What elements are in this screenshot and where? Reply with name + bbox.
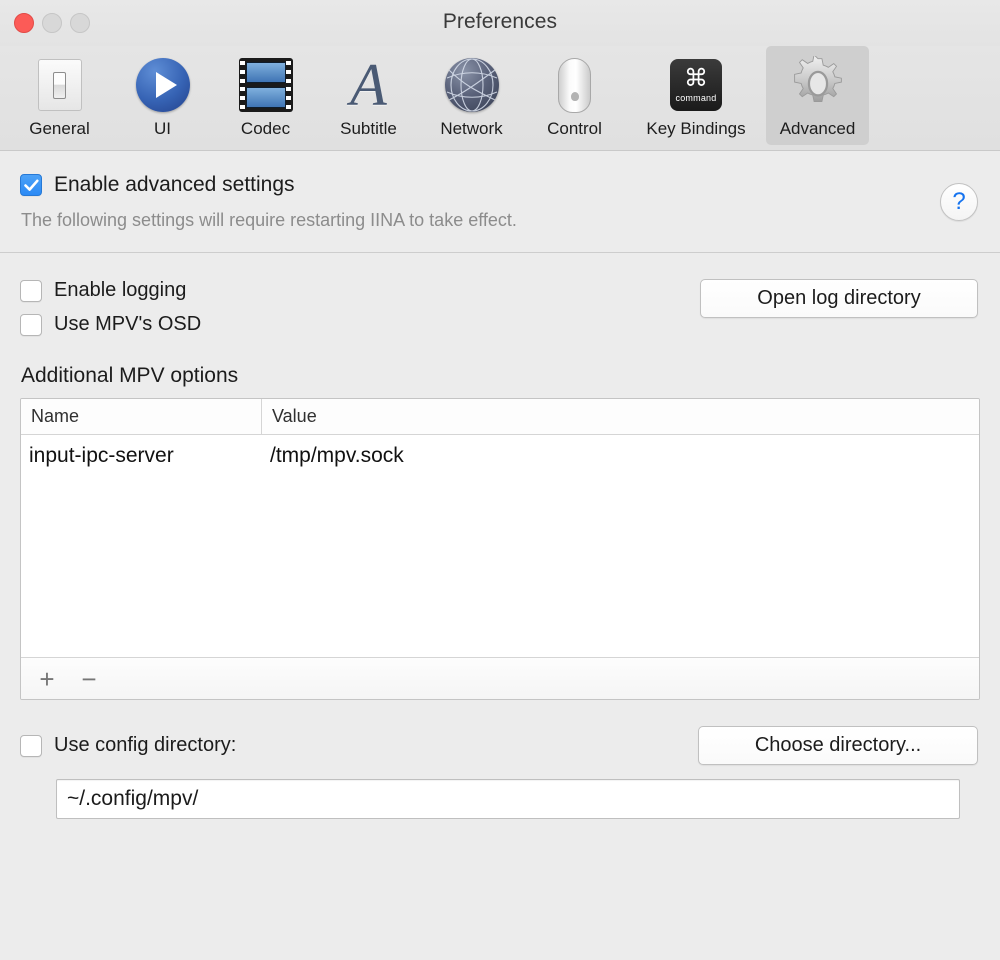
tab-advanced-label: Advanced	[779, 119, 856, 138]
tab-network[interactable]: Network	[420, 46, 523, 145]
advanced-options-panel: Enable logging Use MPV's OSD Open log di…	[0, 253, 1000, 819]
tab-general-label: General	[29, 119, 90, 138]
remove-option-button[interactable]: −	[75, 665, 103, 693]
globe-icon	[441, 54, 503, 116]
config-directory-row: Use config directory: Choose directory..…	[20, 726, 980, 765]
cell-option-name: input-ipc-server	[29, 444, 174, 467]
content-area: Enable advanced settings The following s…	[0, 151, 1000, 960]
title-bar: Preferences	[0, 0, 1000, 46]
mpv-options-title: Additional MPV options	[21, 364, 239, 387]
tab-codec-label: Codec	[240, 119, 291, 138]
cell-option-value: /tmp/mpv.sock	[270, 444, 404, 467]
option-checkboxes: Enable logging Use MPV's OSD	[20, 279, 201, 336]
tab-subtitle-label: Subtitle	[340, 119, 397, 138]
advanced-hint-text: The following settings will require rest…	[21, 210, 517, 230]
enable-logging-row[interactable]: Enable logging	[20, 279, 201, 302]
use-config-directory-label: Use config directory:	[54, 734, 237, 756]
enable-advanced-row[interactable]: Enable advanced settings	[20, 173, 980, 197]
advanced-settings-section: Enable advanced settings The following s…	[0, 151, 1000, 252]
use-mpv-osd-checkbox[interactable]	[20, 313, 42, 336]
tab-ui[interactable]: UI	[111, 46, 214, 145]
use-mpv-osd-row[interactable]: Use MPV's OSD	[20, 313, 201, 336]
preferences-toolbar: General UI Codec A Subtitle Network Cont…	[0, 46, 1000, 151]
enable-advanced-label: Enable advanced settings	[54, 173, 295, 196]
preferences-window: Preferences General UI Codec A Subtitle …	[0, 0, 1000, 960]
config-directory-field[interactable]: ~/.config/mpv/	[56, 779, 960, 819]
table-footer: + −	[21, 657, 979, 699]
open-log-directory-button[interactable]: Open log directory	[700, 279, 978, 318]
mpv-options-table: Name Value input-ipc-server /tmp/mpv.soc…	[20, 398, 980, 700]
enable-logging-label: Enable logging	[54, 279, 187, 301]
window-title: Preferences	[442, 10, 558, 33]
gear-icon	[787, 54, 849, 116]
column-header-name[interactable]: Name	[21, 399, 262, 434]
column-header-value[interactable]: Value	[262, 399, 979, 434]
tab-control[interactable]: Control	[523, 46, 626, 145]
tab-key-bindings-label: Key Bindings	[646, 119, 746, 138]
command-key-icon: ⌘ command	[665, 54, 727, 116]
film-strip-icon	[235, 54, 297, 116]
letter-a-icon: A	[350, 52, 387, 118]
config-directory-value: ~/.config/mpv/	[67, 787, 199, 810]
play-circle-icon	[132, 54, 194, 116]
table-row[interactable]: input-ipc-server /tmp/mpv.sock	[21, 435, 979, 477]
tab-general[interactable]: General	[8, 46, 111, 145]
enable-logging-checkbox[interactable]	[20, 279, 42, 302]
tab-ui-label: UI	[154, 119, 171, 138]
use-config-directory-row[interactable]: Use config directory:	[20, 734, 236, 757]
mouse-icon	[544, 54, 606, 116]
tab-codec[interactable]: Codec	[214, 46, 317, 145]
tab-advanced[interactable]: Advanced	[766, 46, 869, 145]
tab-subtitle[interactable]: A Subtitle	[317, 46, 420, 145]
enable-advanced-checkbox[interactable]	[20, 174, 42, 196]
table-header-row: Name Value	[21, 399, 979, 435]
choose-directory-button[interactable]: Choose directory...	[698, 726, 978, 765]
help-button[interactable]: ?	[940, 183, 978, 221]
question-mark-icon: ?	[952, 188, 966, 215]
toggle-switch-icon	[29, 54, 91, 116]
tab-network-label: Network	[440, 119, 503, 138]
table-body: input-ipc-server /tmp/mpv.sock	[21, 435, 979, 657]
use-mpv-osd-label: Use MPV's OSD	[54, 313, 202, 335]
tab-control-label: Control	[547, 119, 602, 138]
use-config-directory-checkbox[interactable]	[20, 734, 42, 757]
add-option-button[interactable]: +	[33, 665, 61, 693]
tab-key-bindings[interactable]: ⌘ command Key Bindings	[626, 46, 766, 145]
